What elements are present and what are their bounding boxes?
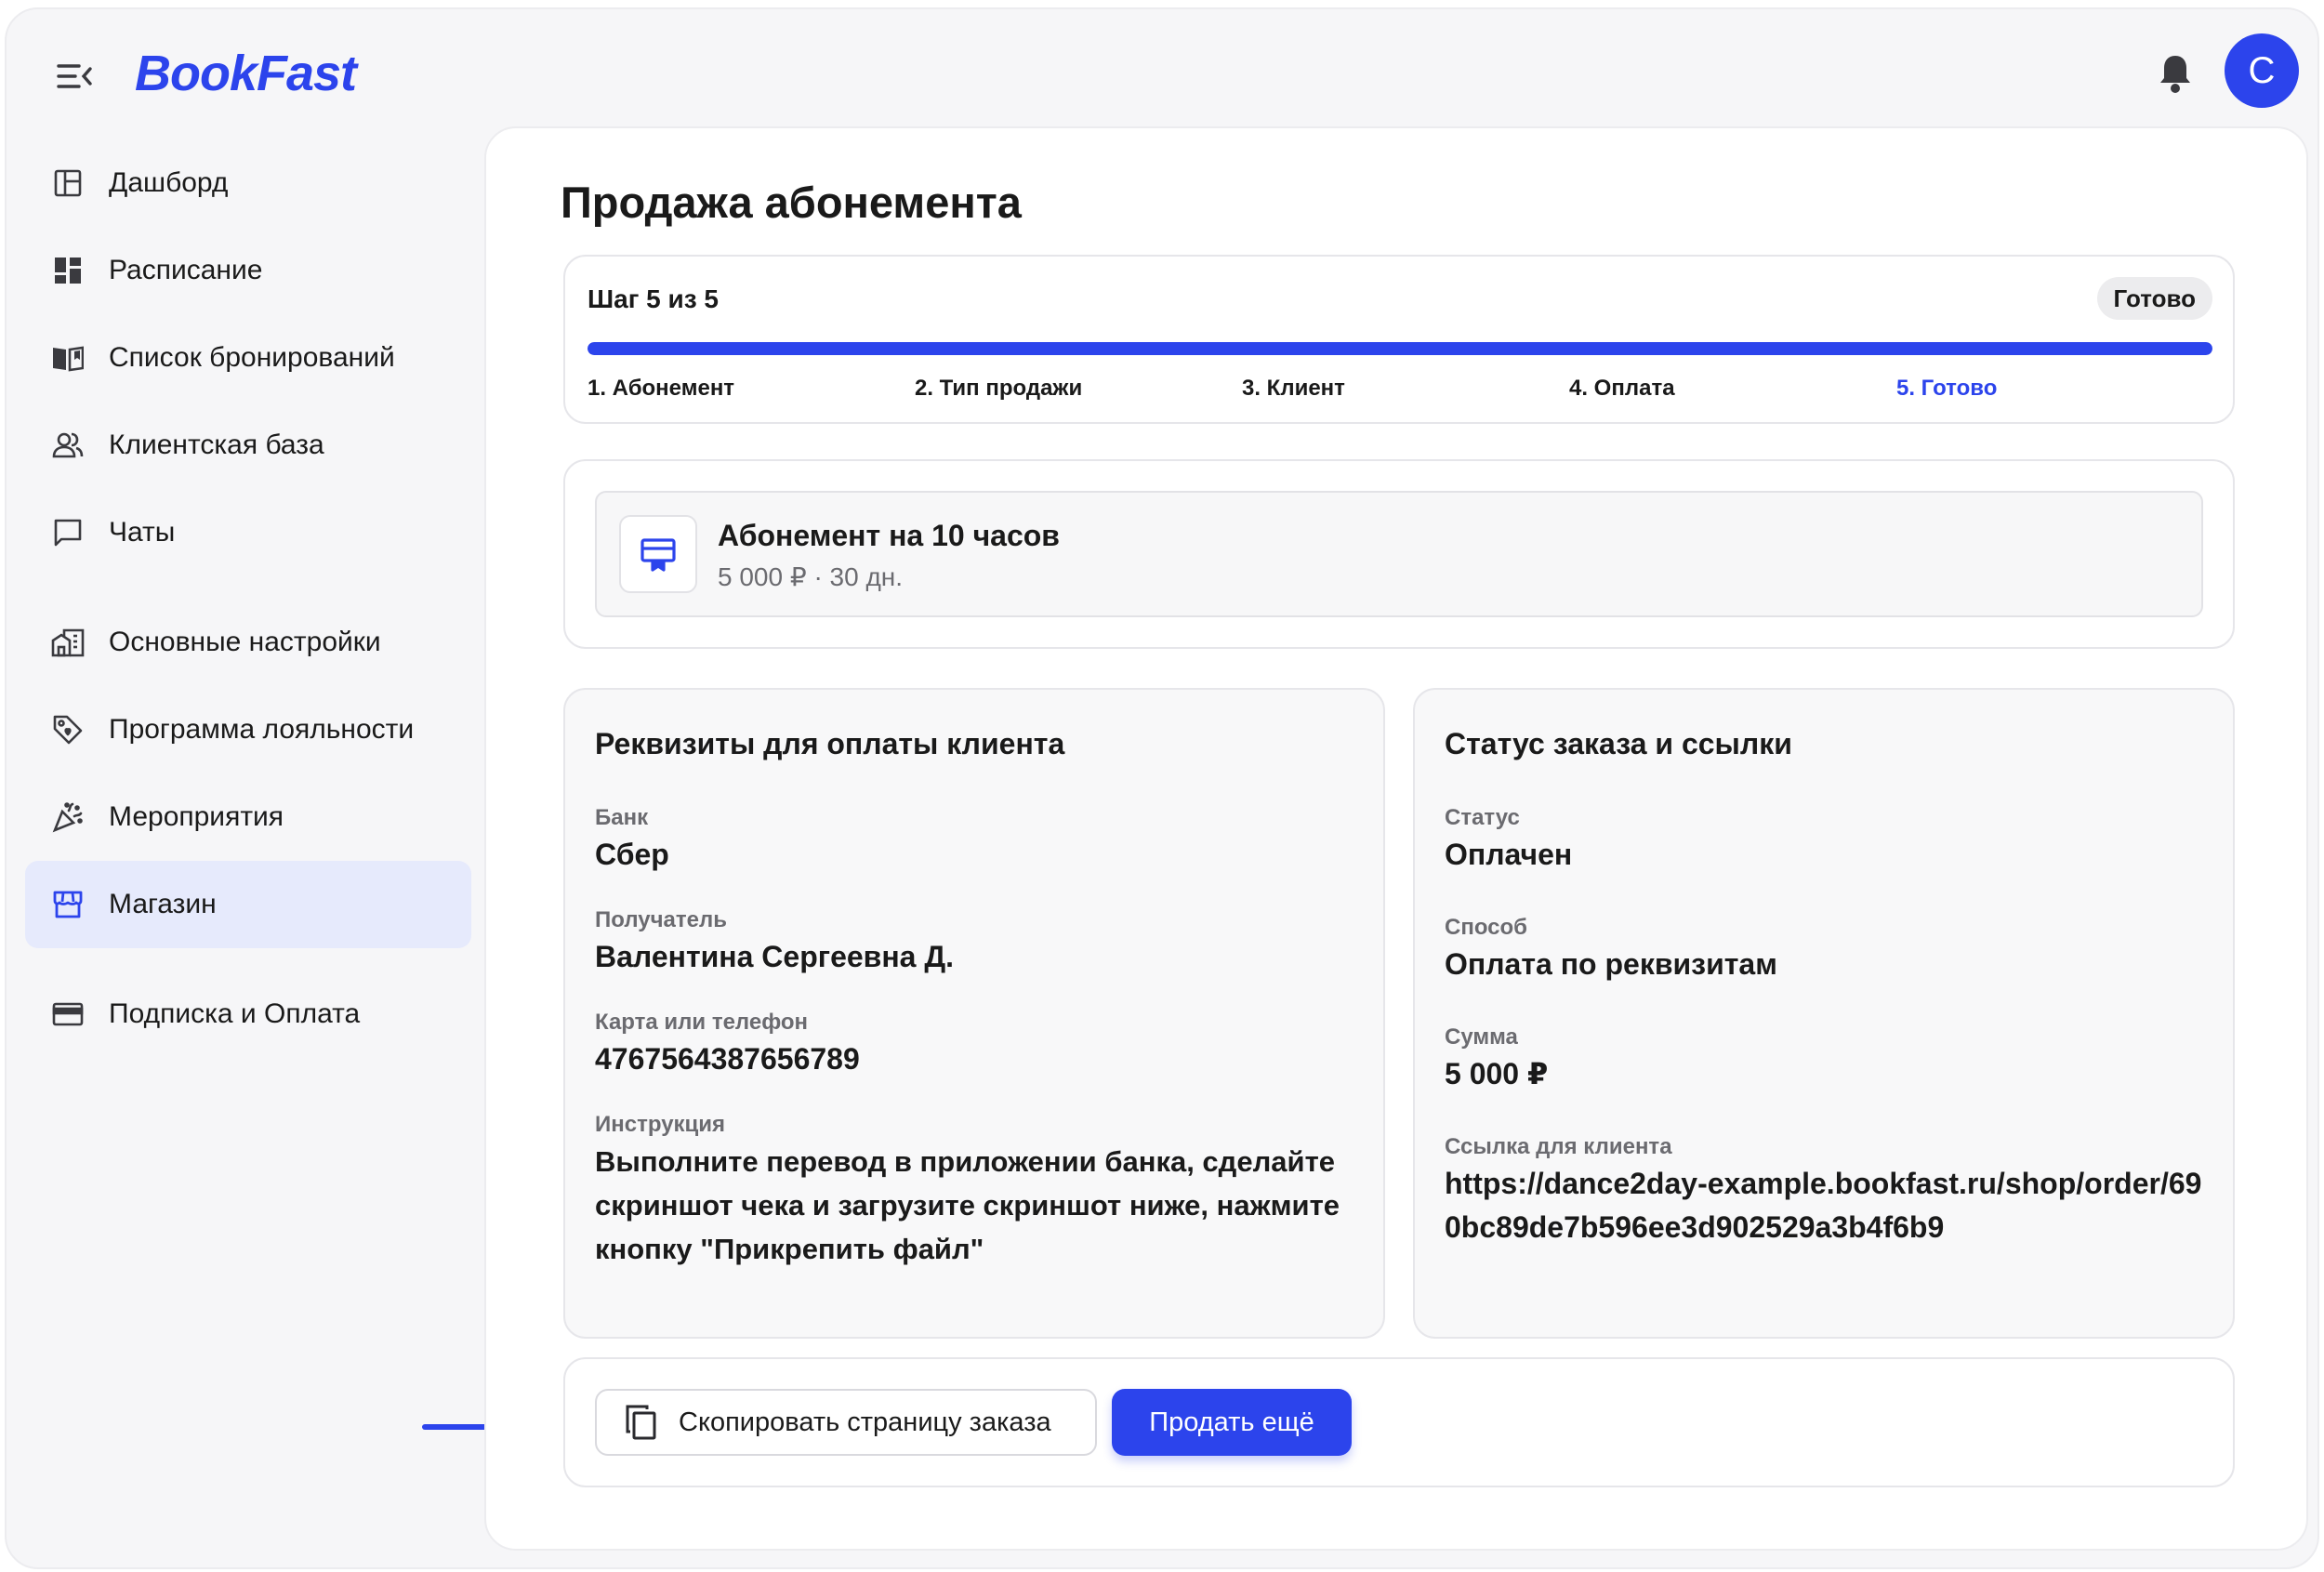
copy-icon: [625, 1404, 658, 1441]
sidebar-item-label: Основные настройки: [109, 627, 381, 657]
sidebar-item-label: Список бронирований: [109, 342, 395, 373]
copy-button-label: Скопировать страницу заказа: [679, 1407, 1051, 1437]
recipient-value: Валентина Сергеевна Д.: [595, 940, 955, 973]
method-value: Оплата по реквизитам: [1445, 947, 1777, 981]
sidebar-item-subscription[interactable]: Подписка и Оплата: [25, 971, 471, 1058]
party-icon: [51, 800, 85, 834]
main-panel: Продажа абонемента Шаг 5 из 5 Готово 1. …: [484, 126, 2308, 1551]
plan-card: Абонемент на 10 часов 5 000 ₽ · 30 дн.: [563, 459, 2235, 649]
clients-icon: [51, 429, 85, 462]
step-2-label: 2. Тип продажи: [915, 376, 1083, 401]
sidebar-item-store[interactable]: Магазин: [25, 861, 471, 948]
dashboard-icon: [51, 166, 85, 200]
app-window: BookFast C Дашборд Расписание Список бро…: [5, 7, 2319, 1569]
bank-label: Банк: [595, 805, 649, 830]
sidebar-item-label: Чаты: [109, 517, 176, 548]
plan-price-duration: 5 000 ₽ · 30 дн.: [718, 562, 904, 591]
store-icon: [51, 888, 85, 921]
step-3-label: 3. Клиент: [1242, 376, 1345, 401]
sidebar-item-label: Программа лояльности: [109, 714, 415, 745]
menu-collapse-icon[interactable]: [55, 59, 94, 93]
status-badge: Готово: [2096, 277, 2212, 320]
step-1-label: 1. Абонемент: [588, 376, 735, 401]
page-title: Продажа абонемента: [561, 178, 1022, 227]
sell-more-button[interactable]: Продать ещё: [1112, 1389, 1352, 1456]
logo[interactable]: BookFast: [135, 45, 357, 102]
card-phone-label: Карта или телефон: [595, 1010, 809, 1035]
sidebar-item-label: Дашборд: [109, 167, 229, 198]
sidebar-item-loyalty[interactable]: Программа лояльности: [25, 686, 471, 773]
status-label: Статус: [1445, 805, 1520, 830]
copy-order-page-button[interactable]: Скопировать страницу заказа: [595, 1389, 1097, 1456]
sidebar-item-settings[interactable]: Основные настройки: [25, 599, 471, 686]
sum-value: 5 000 ₽: [1445, 1057, 1549, 1090]
sidebar-item-schedule[interactable]: Расписание: [25, 227, 471, 314]
notifications-bell-icon[interactable]: [2157, 52, 2194, 95]
progress-bar: [588, 342, 2212, 355]
order-status-card: Статус заказа и ссылки Статус Оплачен Сп…: [1413, 688, 2235, 1339]
plan-name: Абонемент на 10 часов: [718, 519, 1060, 552]
stepper-title: Шаг 5 из 5: [588, 284, 719, 313]
user-avatar[interactable]: C: [2225, 33, 2299, 108]
sidebar-item-chats[interactable]: Чаты: [25, 489, 471, 576]
sidebar-item-clients[interactable]: Клиентская база: [25, 402, 471, 489]
client-link-value[interactable]: https://dance2day-example.bookfast.ru/sh…: [1445, 1162, 2205, 1249]
sidebar-item-dashboard[interactable]: Дашборд: [25, 139, 471, 227]
step-5-label: 5. Готово: [1896, 376, 1998, 401]
sidebar-item-events[interactable]: Мероприятия: [25, 773, 471, 861]
status-value: Оплачен: [1445, 838, 1573, 871]
sidebar-item-label: Подписка и Оплата: [109, 998, 361, 1029]
actions-card: Скопировать страницу заказа Продать ещё: [563, 1357, 2235, 1487]
sidebar-item-bookings[interactable]: Список бронирований: [25, 314, 471, 402]
bank-value: Сбер: [595, 838, 669, 871]
sum-label: Сумма: [1445, 1024, 1518, 1050]
payment-details-card: Реквизиты для оплаты клиента Банк Сбер П…: [563, 688, 1385, 1339]
stepper-card: Шаг 5 из 5 Готово 1. Абонемент 2. Тип пр…: [563, 255, 2235, 424]
membership-card-icon: [619, 515, 697, 593]
sidebar-item-label: Магазин: [109, 889, 217, 919]
instruction-label: Инструкция: [595, 1112, 726, 1137]
card-phone-value: 4767564387656789: [595, 1042, 860, 1076]
sidebar-item-label: Мероприятия: [109, 801, 284, 832]
settings-building-icon: [51, 626, 85, 659]
sidebar-item-label: Клиентская база: [109, 429, 324, 460]
plan-summary: Абонемент на 10 часов 5 000 ₽ · 30 дн.: [595, 491, 2203, 617]
step-4-label: 4. Оплата: [1569, 376, 1675, 401]
client-link-label: Ссылка для клиента: [1445, 1134, 1672, 1159]
chat-icon: [51, 516, 85, 549]
sidebar-item-label: Расписание: [109, 255, 263, 285]
instruction-value: Выполните перевод в приложении банка, сд…: [595, 1145, 1340, 1265]
loyalty-tag-icon: [51, 713, 85, 746]
payment-details-title: Реквизиты для оплаты клиента: [595, 727, 1065, 760]
method-label: Способ: [1445, 915, 1528, 940]
card-icon: [51, 997, 85, 1031]
schedule-icon: [51, 254, 85, 287]
order-status-title: Статус заказа и ссылки: [1445, 727, 1792, 760]
progress-bar-fill: [588, 342, 2212, 355]
bookings-icon: [51, 341, 85, 375]
recipient-label: Получатель: [595, 907, 727, 932]
